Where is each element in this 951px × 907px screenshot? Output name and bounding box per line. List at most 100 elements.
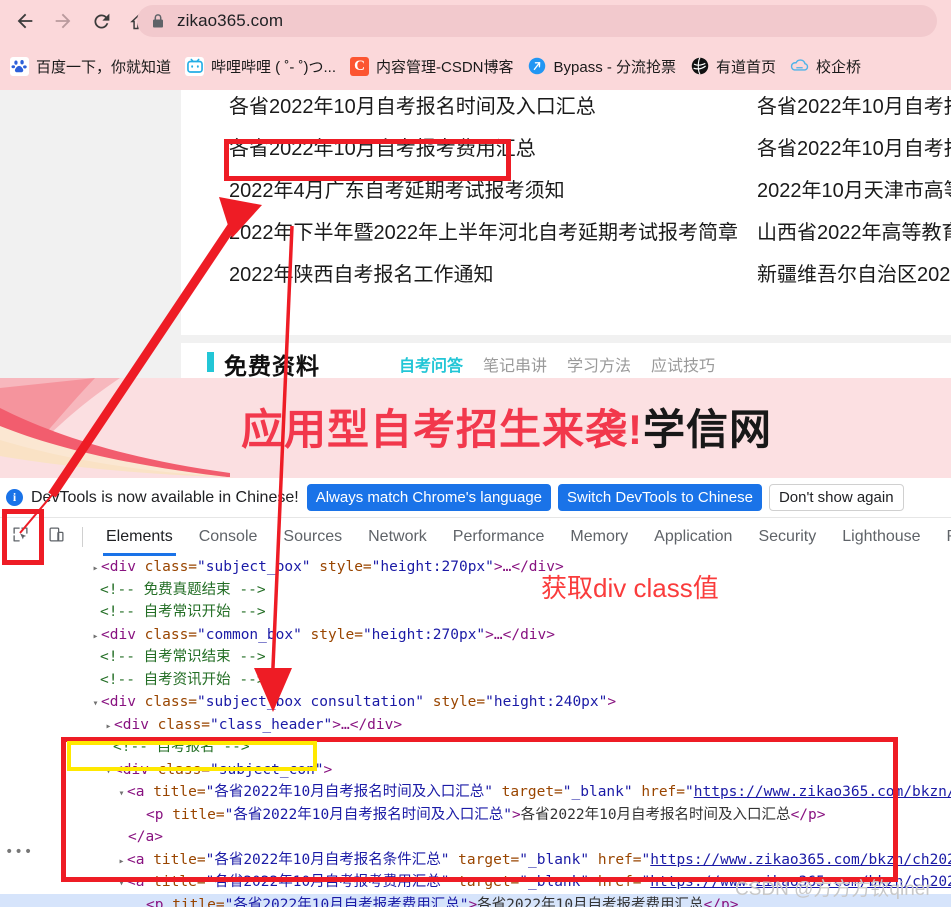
banner-headline-black: 学信网 [643,406,773,453]
tab-memory[interactable]: Memory [557,519,641,556]
collapse-triangle-icon[interactable]: ▾ [90,693,101,716]
dom-node-anchor-baoming[interactable]: ▾ <a title="各省2022年10月自考报名时间及入口汇总" target… [0,781,951,804]
baidu-icon [10,56,29,76]
comment-text: <!-- 自考常识开始 --> [100,604,266,620]
arrow-left-icon [14,10,36,32]
attr-name: style= [432,694,486,710]
info-icon: i [6,489,23,506]
tag-close: </p> [703,896,739,907]
dom-node-subject-con[interactable]: ▾ <div class="subject_con"> [0,759,951,782]
tag-name: <div [114,716,149,733]
page-link[interactable]: 2022年4月广东自考延期考试报考须知 [229,180,749,202]
dom-node-anchor-tiaojian[interactable]: ▸ <a title="各省2022年10月自考报名条件汇总" target="_… [0,849,951,872]
tab-recorder[interactable]: Re [934,519,951,556]
bookmark-bilibili[interactable]: 哔哩哔哩 ( ˚- ˚)つ... [185,56,336,77]
banner-headline-red: 应用型自考招生来袭! [241,406,643,453]
tab-performance[interactable]: Performance [440,519,558,556]
tag-name: <p [146,806,164,823]
link-list-right: 各省2022年10月自考报名 各省2022年10月自考报名 2022年10月天津… [757,96,951,306]
tag-name: <div [114,761,149,778]
bookmark-csdn[interactable]: C 内容管理-CSDN博客 [350,56,514,77]
attr-value: "各省2022年10月自考报名时间及入口汇总" [224,806,512,823]
attr-href-link[interactable]: https://www.zikao365.com/bkzn/ch20220429 [650,852,951,868]
tab-network[interactable]: Network [355,519,440,556]
reload-icon [91,11,112,32]
page-link[interactable]: 2022年下半年暨2022年上半年河北自考延期考试报考简章 [229,222,749,244]
tab-security[interactable]: Security [745,519,829,556]
attr-href-link[interactable]: https://www.zikao365.com/bkzn/ch20 [694,784,951,800]
expand-triangle-icon[interactable]: ▸ [103,716,114,739]
comment-text: <!-- 自考报名 --> [113,739,250,755]
free-materials-section: 免费资料 自考问答 笔记串讲 学习方法 应试技巧 [181,343,951,378]
lock-icon [151,13,165,29]
tag-tail: >…</div> [493,559,564,575]
reload-button[interactable] [82,2,120,40]
more-tools-button[interactable]: ••• [5,841,33,864]
tab-application[interactable]: Application [641,519,745,556]
attr-name: target= [458,851,520,868]
tab-ziKao-wenda[interactable]: 自考问答 [399,352,463,376]
dom-node-subject-box-consultation[interactable]: ▾ <div class="subject_box consultation" s… [0,691,951,714]
switch-to-chinese-button[interactable]: Switch DevTools to Chinese [558,484,762,511]
page-link[interactable]: 各省2022年10月自考报名 [757,138,951,160]
attr-value: "height:270px" [371,559,494,575]
dont-show-again-button[interactable]: Don't show again [768,484,904,511]
dom-tree[interactable]: ▸ <div class="subject_box" style="height:… [0,556,951,907]
dom-node-p-feiyong-selected[interactable]: <p title="各省2022年10月自考报考费用汇总">各省2022年10月… [0,893,951,907]
page-link[interactable]: 2022年10月天津市高等教 [757,180,951,202]
address-bar[interactable]: zikao365.com [137,5,937,37]
tag-name: <div [101,694,136,710]
attr-value: "height:240px" [485,694,608,710]
device-toolbar-button[interactable] [40,522,72,552]
bookmark-xiaoqiqiao[interactable]: 校企桥 [790,56,861,77]
collapse-triangle-icon[interactable]: ▾ [103,761,114,784]
bookmark-label: 校企桥 [816,58,862,76]
always-match-language-button[interactable]: Always match Chrome's language [306,484,552,511]
dom-node-anchor-feiyong[interactable]: ▾ <a title="各省2022年10月自考报考费用汇总" target="_… [0,871,951,894]
tab-elements[interactable]: Elements [93,519,186,556]
dom-node-common-box[interactable]: ▸ <div class="common_box" style="height:2… [0,624,951,647]
tab-xuexi-fangfa[interactable]: 学习方法 [567,352,631,376]
collapse-triangle-icon[interactable]: ▾ [116,873,127,896]
expand-triangle-icon[interactable]: ▸ [116,851,127,874]
tag-tail: >…</div> [332,716,403,733]
tab-console[interactable]: Console [186,519,271,556]
page-link[interactable]: 各省2022年10月自考报考费用汇总 [229,138,749,160]
collapse-triangle-icon[interactable]: ▾ [116,783,127,806]
node-text: 各省2022年10月自考报名时间及入口汇总 [520,806,791,823]
attr-name: style= [319,559,372,575]
attr-value: "class_header" [210,716,333,733]
dom-node-subject-box[interactable]: ▸ <div class="subject_box" style="height:… [0,556,951,579]
attr-href-link[interactable]: https://www.zikao365.com/bkzn/ch20220426 [650,874,951,890]
expand-triangle-icon[interactable]: ▸ [90,558,101,581]
tag-name: <p [146,896,164,907]
tag-close: </p> [790,806,826,823]
tag-name: <a [127,874,145,890]
attr-value: "各省2022年10月自考报名时间及入口汇总" [205,784,493,800]
page-link[interactable]: 各省2022年10月自考报名 [757,96,951,118]
attr-name: target= [458,874,520,890]
bookmark-youdao[interactable]: 有道首页 [690,56,776,77]
page-link[interactable]: 2022年陕西自考报名工作通知 [229,264,749,286]
tag-name: <div [101,626,136,643]
tab-sources[interactable]: Sources [270,519,355,556]
page-link[interactable]: 新疆维吾尔自治区2022年 [757,264,951,286]
promo-banner[interactable]: 应用型自考招生来袭!学信网 [0,378,951,478]
tab-biji-chuanjiang[interactable]: 笔记串讲 [483,352,547,376]
tab-yingshi-jiqiao[interactable]: 应试技巧 [651,352,715,376]
tab-lighthouse[interactable]: Lighthouse [829,519,933,556]
csdn-icon: C [350,56,369,76]
page-link[interactable]: 山西省2022年高等教育自 [757,222,951,244]
tag-name: <a [127,851,145,868]
forward-button[interactable] [44,2,82,40]
inspect-element-button[interactable] [4,522,36,552]
expand-triangle-icon[interactable]: ▸ [90,626,101,649]
attr-value: "_blank" [519,874,590,890]
bookmark-bypass[interactable]: Bypass - 分流抢票 [528,56,676,77]
page-link[interactable]: 各省2022年10月自考报名时间及入口汇总 [229,96,749,118]
dom-node-class-header[interactable]: ▸ <div class="class_header">…</div> [0,714,951,737]
bookmark-baidu[interactable]: 百度一下，你就知道 [10,56,171,77]
dom-node-p-baoming[interactable]: <p title="各省2022年10月自考报名时间及入口汇总">各省2022年… [0,804,951,827]
dom-comment: <!-- 自考资讯开始 --> [0,669,951,692]
back-button[interactable] [6,2,44,40]
